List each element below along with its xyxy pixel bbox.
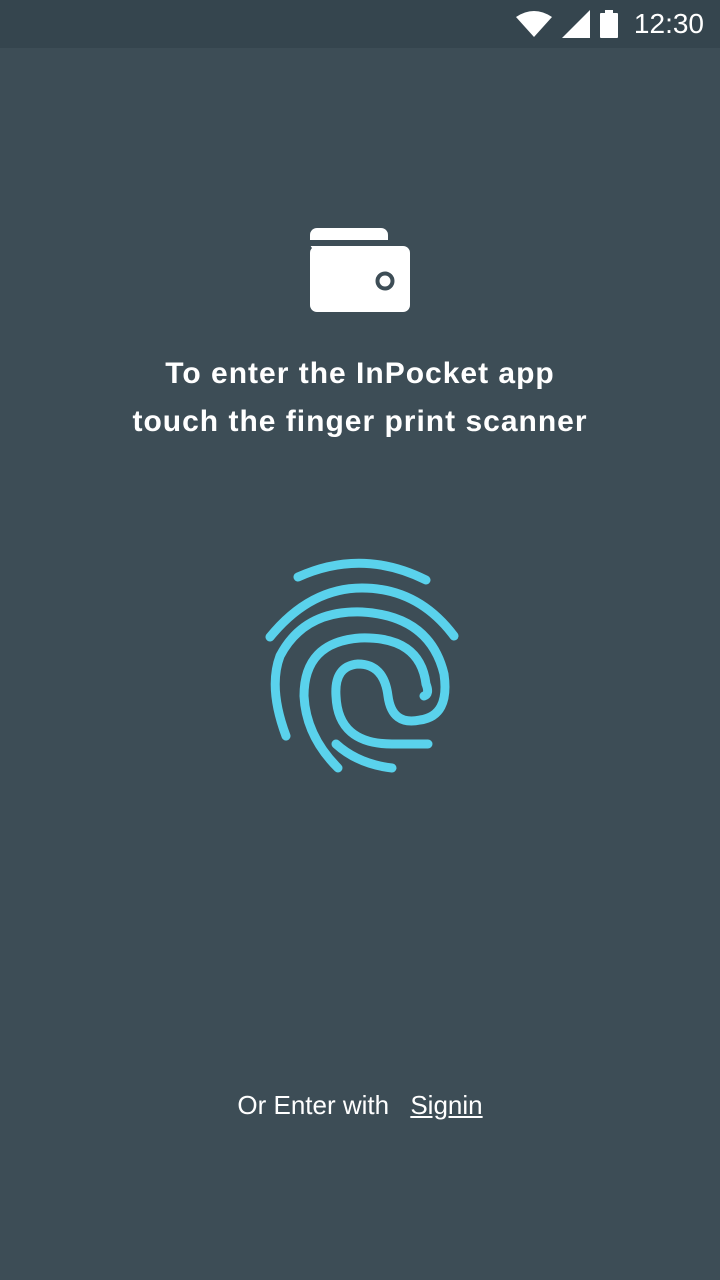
wallet-icon <box>308 226 412 314</box>
battery-icon <box>599 10 618 38</box>
signin-prompt: Or Enter with Signin <box>0 1090 720 1121</box>
wifi-icon <box>515 11 552 37</box>
fingerprint-icon[interactable] <box>260 556 464 778</box>
status-bar: 12:30 <box>0 0 720 48</box>
signin-link[interactable]: Signin <box>410 1090 482 1120</box>
status-icons: 12:30 <box>515 0 704 48</box>
instruction-text: To enter the InPocket app touch the fing… <box>60 350 660 446</box>
cellular-signal-icon <box>561 10 590 38</box>
instruction-line-2: touch the finger print scanner <box>132 405 588 438</box>
signin-prefix-text: Or Enter with <box>237 1090 390 1120</box>
status-time: 12:30 <box>633 8 704 39</box>
instruction-line-1: To enter the InPocket app <box>165 357 555 390</box>
